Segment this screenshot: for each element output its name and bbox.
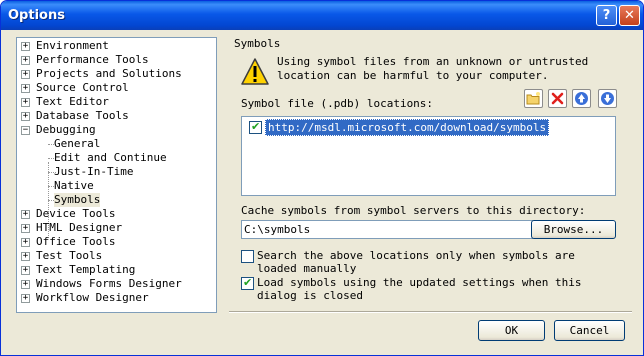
tree-item-label: Debugging	[36, 123, 96, 136]
tree-item-label: Workflow Designer	[36, 291, 149, 304]
location-url[interactable]: http://msdl.microsoft.com/download/symbo…	[265, 119, 550, 136]
tree-item-label: Native	[54, 179, 94, 192]
cache-label: Cache symbols from symbol servers to thi…	[241, 204, 586, 217]
close-button[interactable]: ✕	[619, 5, 640, 26]
arrow-up-icon	[575, 92, 588, 105]
tree-item-label: Symbols	[54, 193, 101, 206]
separator	[229, 311, 632, 313]
tree-item-source-control[interactable]: + Source Control	[21, 81, 129, 95]
tree-item-text-templating[interactable]: + Text Templating	[21, 263, 136, 277]
tree-item-database-tools[interactable]: + Database Tools	[21, 109, 129, 123]
tree-item-text-editor[interactable]: + Text Editor	[21, 95, 109, 109]
arrow-down-icon	[601, 92, 614, 105]
checkmark-icon: ✔	[251, 120, 261, 133]
options-tree[interactable]: + Environment + Performance Tools + Proj…	[16, 37, 217, 313]
tree-item-label: Database Tools	[36, 109, 129, 122]
help-button[interactable]: ?	[596, 5, 617, 26]
section-title: Symbols	[234, 37, 281, 50]
load-updated-label: Load symbols using the updated settings …	[257, 276, 582, 302]
cancel-button[interactable]: Cancel	[554, 320, 625, 341]
title-bar[interactable]: Options ? ✕	[1, 1, 643, 30]
tree-item-label: Test Tools	[36, 249, 103, 262]
move-up-button[interactable]	[572, 89, 591, 108]
expand-icon[interactable]: +	[21, 98, 30, 107]
expand-icon[interactable]: +	[21, 70, 30, 79]
tree-item-environment[interactable]: + Environment	[21, 39, 109, 53]
search-only-checkbox[interactable]	[241, 250, 254, 263]
tree-item-label: Text Editor	[36, 95, 109, 108]
cache-directory-input[interactable]: C:\symbols	[241, 220, 533, 239]
locations-label: Symbol file (.pdb) locations:	[241, 97, 434, 110]
tree-item-performance-tools[interactable]: + Performance Tools	[21, 53, 149, 67]
window-title: Options	[8, 8, 65, 23]
tree-item-label: Environment	[36, 39, 109, 52]
expand-icon[interactable]: +	[21, 266, 30, 275]
tree-item-test-tools[interactable]: + Test Tools	[21, 249, 103, 263]
delete-button[interactable]	[548, 89, 567, 108]
expand-icon[interactable]: +	[21, 238, 30, 247]
expand-icon[interactable]: +	[21, 42, 30, 51]
warning-message: Using symbol files from an unknown or un…	[277, 55, 589, 82]
warning-icon	[241, 58, 269, 85]
collapse-icon[interactable]: −	[21, 126, 30, 135]
delete-x-icon	[551, 92, 564, 105]
location-checkbox[interactable]: ✔	[249, 120, 262, 134]
tree-item-html-designer[interactable]: + HTML Designer	[21, 221, 123, 235]
tree-item-native[interactable]: Native	[54, 179, 94, 193]
expand-icon[interactable]: +	[21, 252, 30, 261]
expand-icon[interactable]: +	[21, 294, 30, 303]
tree-item-just-in-time[interactable]: Just-In-Time	[54, 165, 133, 179]
tree-item-label: Edit and Continue	[54, 151, 167, 164]
tree-item-label: Device Tools	[36, 207, 116, 220]
checkmark-icon: ✔	[243, 276, 253, 289]
tree-item-windows-forms-designer[interactable]: + Windows Forms Designer	[21, 277, 182, 291]
browse-button[interactable]: Browse...	[531, 220, 616, 239]
expand-icon[interactable]: +	[21, 56, 30, 65]
search-only-label: Search the above locations only when sym…	[257, 249, 575, 275]
tree-item-label: Source Control	[36, 81, 129, 94]
tree-item-label: HTML Designer	[36, 221, 123, 234]
folder-icon	[526, 92, 540, 105]
tree-item-projects-and-solutions[interactable]: + Projects and Solutions	[21, 67, 182, 81]
ok-button[interactable]: OK	[478, 320, 545, 341]
tree-item-edit-and-continue[interactable]: Edit and Continue	[54, 151, 167, 165]
tree-item-label: Office Tools	[36, 235, 116, 248]
tree-item-label: Text Templating	[36, 263, 136, 276]
expand-icon[interactable]: +	[21, 112, 30, 121]
tree-item-label: General	[54, 137, 101, 150]
tree-item-debugging[interactable]: − Debugging	[21, 123, 96, 137]
expand-icon[interactable]: +	[21, 210, 30, 219]
move-down-button[interactable]	[598, 89, 617, 108]
tree-item-general[interactable]: General	[54, 137, 100, 151]
tree-item-office-tools[interactable]: + Office Tools	[21, 235, 116, 249]
options-dialog: Options ? ✕ + Environment + Performance …	[0, 0, 644, 356]
expand-icon[interactable]: +	[21, 224, 30, 233]
tree-item-label: Projects and Solutions	[36, 67, 182, 80]
tree-item-label: Just-In-Time	[54, 165, 134, 178]
tree-item-workflow-designer[interactable]: + Workflow Designer	[21, 291, 149, 305]
expand-icon[interactable]: +	[21, 84, 30, 93]
expand-icon[interactable]: +	[21, 280, 30, 289]
load-updated-checkbox[interactable]: ✔	[241, 276, 254, 290]
new-folder-button[interactable]	[524, 89, 543, 108]
tree-item-device-tools[interactable]: + Device Tools	[21, 207, 116, 221]
tree-item-label: Windows Forms Designer	[36, 277, 182, 290]
tree-item-label: Performance Tools	[36, 53, 149, 66]
tree-item-symbols[interactable]: Symbols	[54, 193, 101, 207]
